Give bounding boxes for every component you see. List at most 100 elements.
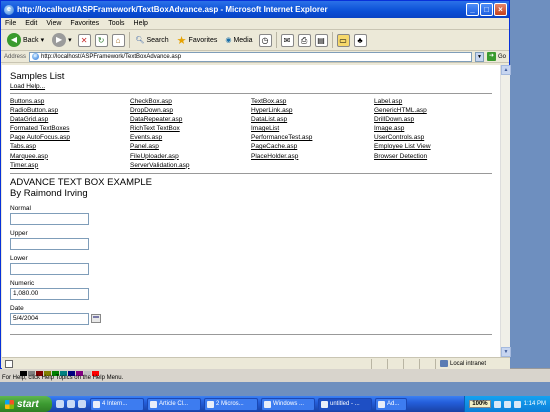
toolbar-divider [128, 32, 130, 48]
zone-label: Local intranet [450, 360, 487, 367]
status-cell [419, 358, 435, 369]
sample-link[interactable]: ImageList [251, 124, 374, 133]
taskbar-button[interactable]: Windows ... [261, 397, 315, 411]
menu-edit[interactable]: Edit [25, 20, 37, 27]
messenger-icon[interactable]: ♣ [353, 33, 367, 47]
sample-link[interactable]: TextBox.asp [251, 97, 374, 106]
numeric-input[interactable] [10, 287, 89, 300]
sample-link[interactable]: RadioButton.asp [10, 106, 130, 115]
favorites-button[interactable]: ★ Favorites [175, 31, 220, 49]
media-button[interactable]: ◉ Media [223, 31, 254, 49]
menu-bar: File Edit View Favorites Tools Help [1, 18, 509, 30]
sample-link[interactable]: Employee List View [374, 142, 494, 151]
sample-link[interactable]: HyperLink.asp [251, 106, 374, 115]
taskbar-button-label: Windows ... [273, 401, 305, 407]
taskbar-button[interactable]: Ad... [375, 397, 407, 411]
sample-link[interactable]: CheckBox.asp [130, 97, 251, 106]
samples-grid: Buttons.asp CheckBox.asp TextBox.asp Lab… [10, 97, 492, 170]
forward-button[interactable]: ▶ ▾ [50, 31, 74, 49]
sample-link[interactable]: DrillDown.asp [374, 115, 494, 124]
vertical-scrollbar[interactable]: ▲ ▼ [500, 65, 511, 357]
stop-icon[interactable]: ✕ [77, 33, 91, 47]
address-bar: Address e http://localhost/ASPFramework/… [1, 51, 509, 63]
sample-link[interactable]: DataGrid.asp [10, 115, 130, 124]
security-icon[interactable] [513, 400, 521, 408]
taskbar-button[interactable]: 4 Intern... [90, 397, 144, 411]
menu-file[interactable]: File [5, 20, 16, 27]
sample-link[interactable]: Buttons.asp [10, 97, 130, 106]
chevron-down-icon[interactable]: ▾ [68, 36, 72, 44]
menu-tools[interactable]: Tools [108, 20, 124, 27]
lower-label: Lower [10, 254, 28, 262]
menu-help[interactable]: Help [134, 20, 148, 27]
media-icon: ◉ [225, 37, 232, 44]
browser-icon[interactable] [67, 400, 75, 408]
sample-link[interactable]: Timer.asp [10, 161, 130, 170]
taskbar-button[interactable]: untitled - ... [318, 397, 372, 411]
sample-link[interactable]: Formated TextBoxes [10, 124, 130, 133]
load-help-link[interactable]: Load Help... [10, 83, 492, 90]
windows-logo-icon [5, 399, 14, 409]
mail-icon[interactable]: ✉ [280, 33, 294, 47]
home-icon[interactable]: ⌂ [111, 33, 125, 47]
zoom-level[interactable]: 100% [469, 400, 491, 408]
taskbar-button[interactable]: 2 Micros... [204, 397, 258, 411]
clock[interactable]: 1:14 PM [524, 401, 546, 407]
upper-input[interactable] [10, 237, 89, 250]
address-input[interactable]: e http://localhost/ASPFramework/TextBoxA… [29, 51, 472, 62]
sample-link[interactable]: RichText TextBox [130, 124, 251, 133]
sample-link[interactable]: DataList.asp [251, 115, 374, 124]
sample-link[interactable]: Tabs.asp [10, 142, 130, 151]
address-dropdown-button[interactable]: ▼ [474, 51, 484, 62]
media-player-icon[interactable] [78, 400, 86, 408]
sample-link[interactable]: FileUploader.asp [130, 152, 251, 161]
sample-link[interactable]: PlaceHolder.asp [251, 152, 374, 161]
start-button[interactable]: start [0, 396, 52, 412]
close-button[interactable]: × [494, 3, 507, 16]
back-button[interactable]: ◀ Back ▾ [5, 31, 46, 49]
calendar-icon[interactable] [91, 314, 101, 324]
numeric-label: Numeric [10, 279, 35, 287]
divider [10, 333, 492, 335]
sample-link[interactable]: UserControls.asp [374, 133, 494, 142]
menu-view[interactable]: View [46, 20, 61, 27]
sample-link[interactable]: PerformanceTest.asp [251, 133, 374, 142]
toolbar-divider [275, 32, 277, 48]
lower-input[interactable] [10, 262, 89, 275]
title-bar[interactable]: e http://localhost/ASPFramework/TextBoxA… [1, 1, 509, 18]
taskbar-button[interactable]: Article Cl... [147, 397, 201, 411]
scroll-down-icon[interactable]: ▼ [501, 347, 511, 357]
print-icon[interactable]: ⎙ [297, 33, 311, 47]
menu-favorites[interactable]: Favorites [70, 20, 99, 27]
date-input[interactable] [10, 312, 89, 325]
volume-icon[interactable] [503, 400, 511, 408]
desktop-icon[interactable] [56, 400, 64, 408]
search-icon: 🔍︎ [135, 37, 145, 44]
refresh-icon[interactable]: ↻ [94, 33, 108, 47]
sample-link[interactable]: DropDown.asp [130, 106, 251, 115]
maximize-button[interactable]: □ [480, 3, 493, 16]
sample-link[interactable]: Browser Detection [374, 152, 494, 161]
sample-link[interactable]: PageCache.asp [251, 142, 374, 151]
go-button[interactable]: ➜ Go [486, 52, 506, 61]
minimize-button[interactable]: _ [466, 3, 479, 16]
normal-input[interactable] [10, 212, 89, 225]
search-button[interactable]: 🔍︎ Search [134, 31, 171, 49]
sample-link[interactable]: DataRepeater.asp [130, 115, 251, 124]
sample-link[interactable]: Image.asp [374, 124, 494, 133]
chevron-down-icon[interactable]: ▾ [41, 36, 45, 44]
sample-link[interactable]: Label.asp [374, 97, 494, 106]
sample-link[interactable]: ServerValidation.asp [130, 161, 251, 170]
folder-icon[interactable]: ▭ [336, 33, 350, 47]
scroll-up-icon[interactable]: ▲ [501, 65, 511, 75]
sample-link[interactable]: Marquee.asp [10, 152, 130, 161]
address-label: Address [4, 53, 27, 60]
intranet-icon [440, 360, 448, 367]
edit-icon[interactable]: ▤ [314, 33, 328, 47]
sample-link[interactable]: GenericHTML.asp [374, 106, 494, 115]
sample-link[interactable]: Events.asp [130, 133, 251, 142]
network-icon[interactable] [493, 400, 501, 408]
history-icon[interactable]: ◷ [258, 33, 272, 47]
sample-link[interactable]: Panel.asp [130, 142, 251, 151]
sample-link[interactable]: Page AutoFocus.asp [10, 133, 130, 142]
